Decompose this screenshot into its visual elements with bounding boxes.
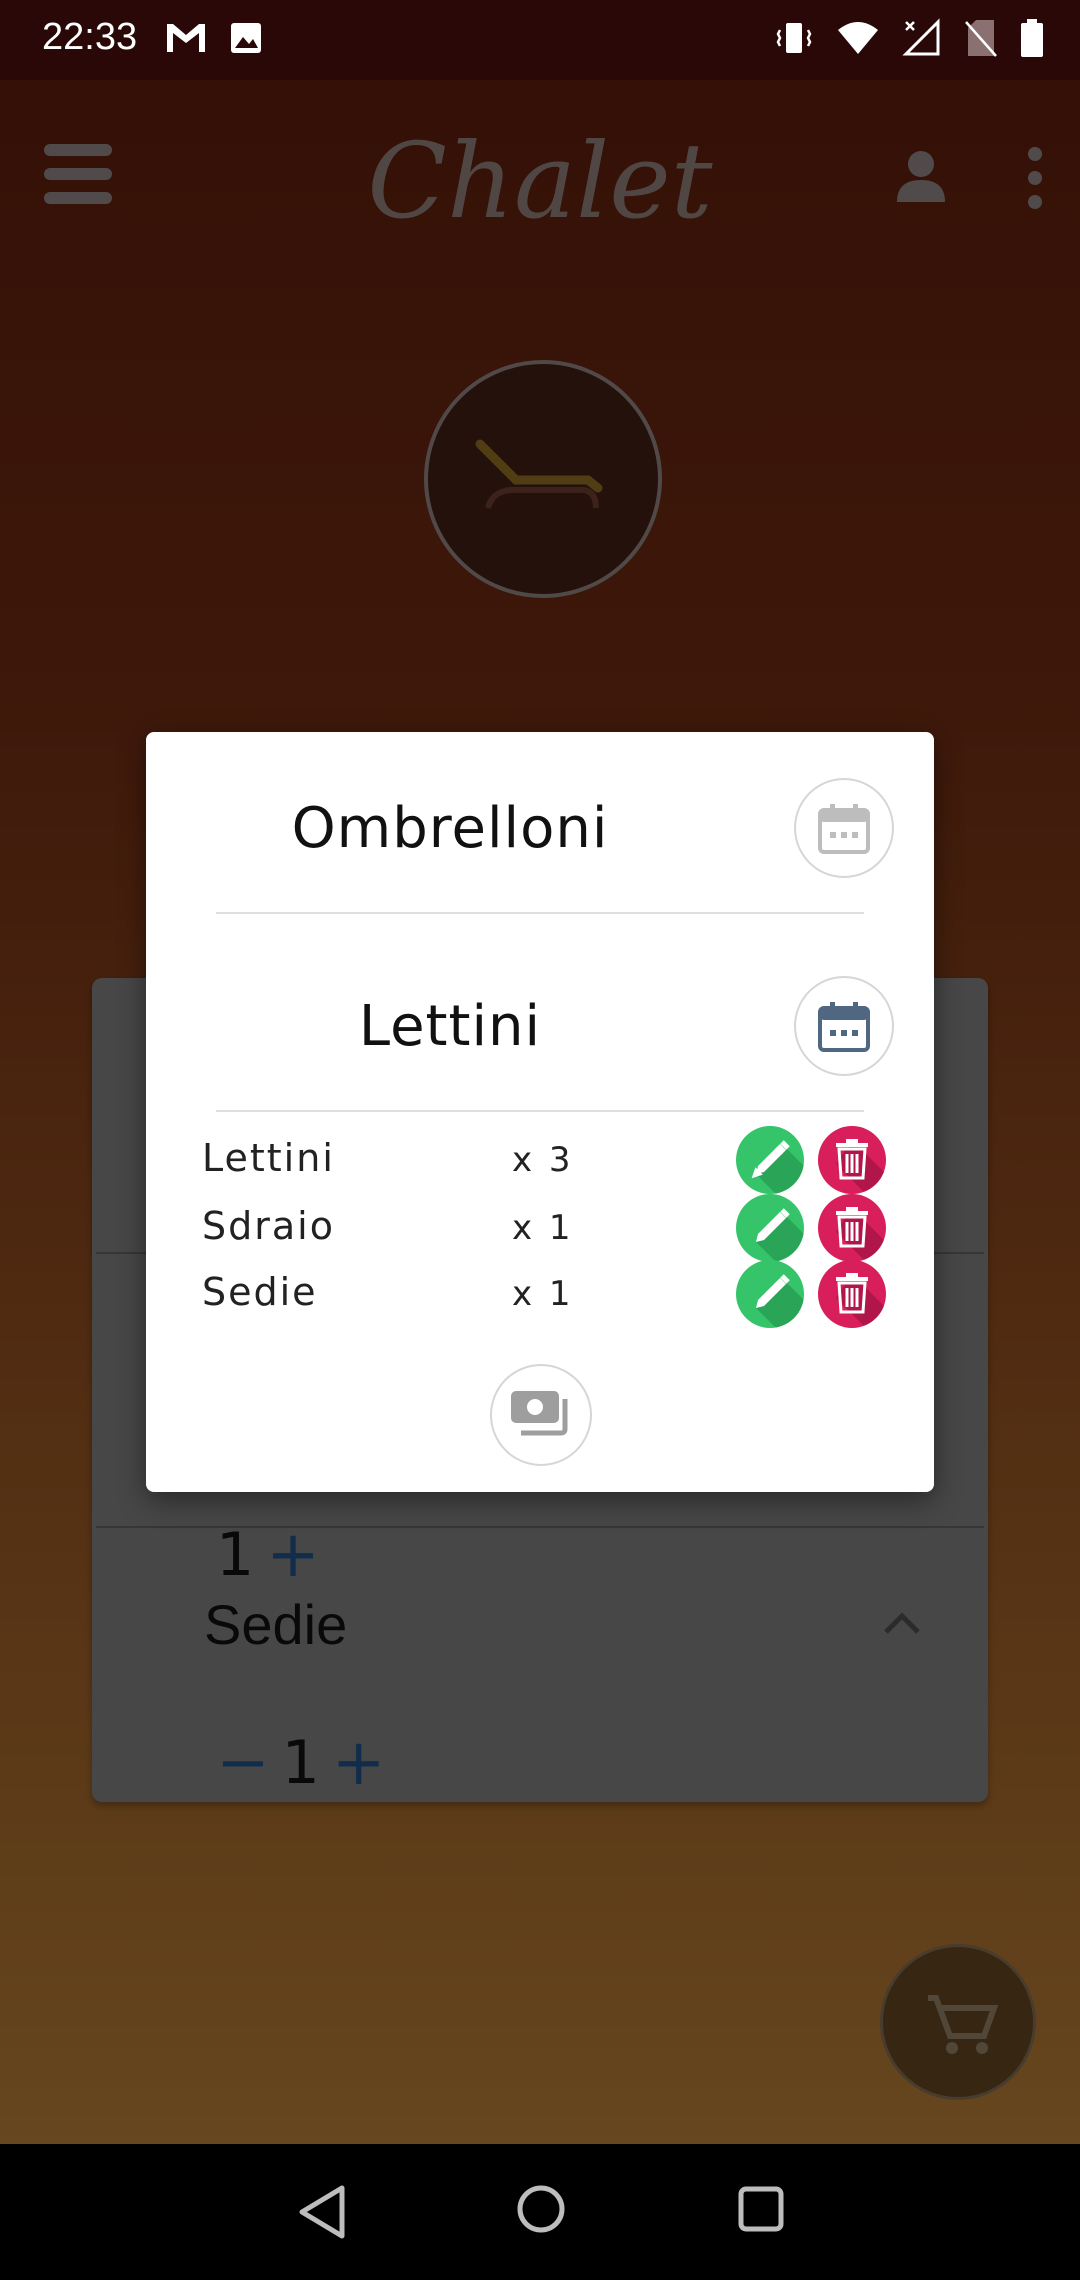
lettini-date-button[interactable]	[794, 976, 894, 1076]
ombrelloni-date-button[interactable]	[794, 778, 894, 878]
back-icon[interactable]	[296, 2184, 348, 2240]
trash-icon	[836, 1207, 886, 1262]
item-name: Lettini	[202, 1136, 335, 1180]
calendar-icon	[818, 1002, 870, 1052]
delete-button[interactable]	[818, 1126, 886, 1194]
status-bar: 22:33	[0, 0, 1080, 80]
section-title-ombrelloni: Ombrelloni	[291, 796, 609, 861]
status-time: 22:33	[42, 16, 138, 58]
battery-icon	[1021, 19, 1043, 57]
list-item: Lettini x 3	[146, 1126, 934, 1194]
item-quantity: x 1	[512, 1274, 574, 1314]
list-item: Sdraio x 1	[146, 1194, 934, 1262]
delete-button[interactable]	[818, 1194, 886, 1262]
edit-button[interactable]	[736, 1260, 804, 1328]
recents-icon[interactable]	[738, 2186, 784, 2232]
section-title-lettini: Lettini	[358, 994, 542, 1059]
list-item: Sedie x 1	[146, 1260, 934, 1328]
edit-button[interactable]	[736, 1126, 804, 1194]
no-sim-icon	[965, 20, 997, 57]
pencil-icon	[756, 1274, 804, 1328]
edit-button[interactable]	[736, 1194, 804, 1262]
vibrate-icon	[776, 23, 812, 53]
home-icon[interactable]	[516, 2184, 566, 2234]
order-summary-dialog: Ombrelloni Lettini Lettini x 3 Sdraio x …	[146, 732, 934, 1492]
delete-button[interactable]	[818, 1260, 886, 1328]
pencil-icon	[751, 1140, 804, 1194]
trash-icon	[836, 1139, 886, 1194]
dialog-divider	[216, 1110, 864, 1112]
calendar-icon	[818, 804, 870, 854]
trash-icon	[836, 1273, 886, 1328]
signal-icon	[902, 18, 940, 56]
pencil-icon	[756, 1208, 804, 1262]
payment-button[interactable]	[490, 1364, 592, 1466]
gmail-icon	[167, 24, 205, 52]
image-icon	[231, 23, 261, 53]
item-name: Sdraio	[202, 1204, 335, 1248]
wifi-icon	[838, 22, 878, 54]
item-name: Sedie	[202, 1270, 318, 1314]
system-nav-bar	[0, 2144, 1080, 2280]
dialog-divider	[216, 912, 864, 914]
item-quantity: x 1	[512, 1208, 574, 1248]
item-quantity: x 3	[512, 1140, 574, 1180]
payment-icon	[511, 1391, 568, 1436]
